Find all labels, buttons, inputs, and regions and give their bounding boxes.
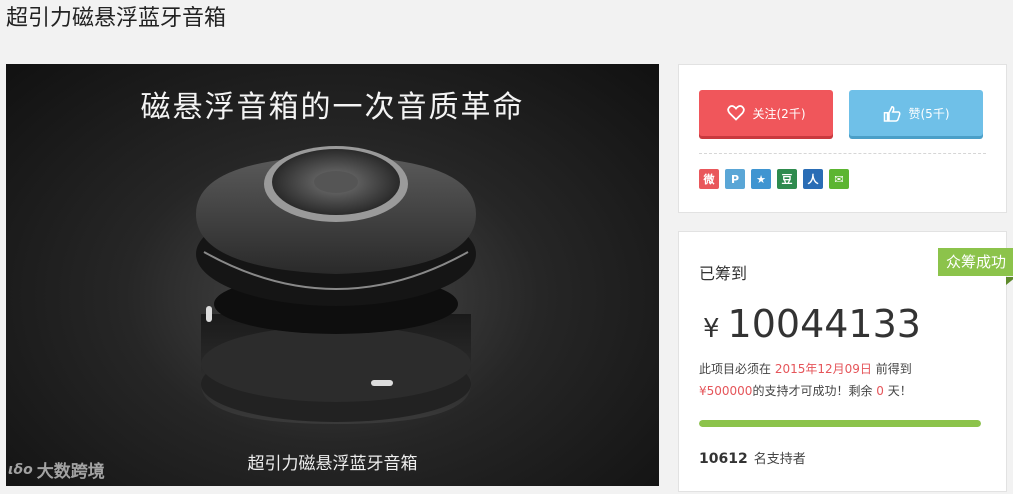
hero-headline: 磁悬浮音箱的一次音质革命 (140, 90, 525, 125)
divider (699, 153, 986, 154)
watermark-text: 大数跨境 (36, 462, 105, 482)
raised-label: 已筹到 (699, 264, 748, 283)
douban-icon[interactable]: 豆 (777, 169, 797, 189)
heart-icon (726, 105, 745, 121)
thumbs-up-icon (883, 105, 900, 122)
backers-number: 10612 (699, 451, 748, 467)
goal-amount: ¥500000 (699, 384, 753, 398)
backers-label: 名支持者 (753, 452, 806, 467)
pinterest-icon[interactable]: P (725, 169, 745, 189)
qzone-star-icon[interactable]: ★ (751, 169, 771, 189)
badge-fold (1006, 277, 1013, 285)
follow-button[interactable]: 关注(2千) (699, 90, 833, 136)
like-button[interactable]: 赞(5千) (849, 90, 983, 136)
speaker-illustration (196, 146, 476, 424)
days-left: 0 (876, 384, 884, 398)
action-panel: 关注(2千) 赞(5千) 微 P ★ 豆 人 ✉ (678, 64, 1007, 213)
goal-suffix: 的支持才可成功！剩余 (752, 384, 873, 398)
wechat-icon[interactable]: ✉ (829, 169, 849, 189)
renren-icon[interactable]: 人 (803, 169, 823, 189)
raised-amount: ¥ 10044133 (703, 302, 921, 346)
status-badge: 众筹成功 (937, 248, 1013, 276)
share-row: 微 P ★ 豆 人 ✉ (699, 169, 849, 189)
watermark-logo: ιδο 大数跨境 (8, 457, 105, 483)
deadline-date: 2015年12月09日 (774, 362, 872, 376)
like-label: 赞(5千) (908, 106, 950, 121)
follow-label: 关注(2千) (752, 106, 806, 121)
currency-symbol: ¥ (703, 314, 720, 344)
weibo-icon[interactable]: 微 (699, 169, 719, 189)
progress-fill (699, 420, 981, 427)
deadline-prefix: 此项目必须在 (699, 362, 772, 376)
amount-value: 10044133 (727, 302, 921, 346)
watermark-mark: ιδο (8, 461, 33, 478)
days-unit: 天！ (887, 384, 912, 398)
deadline-suffix: 前得到 (875, 362, 912, 376)
funding-panel: 已筹到 众筹成功 ¥ 10044133 此项目必须在 2015年12月09日 前… (678, 231, 1013, 492)
deadline-text: 此项目必须在 2015年12月09日 前得到 ¥500000的支持才可成功！剩余… (699, 358, 989, 402)
funding-progress-bar (699, 420, 981, 427)
backers-count: 10612 名支持者 (699, 448, 806, 467)
product-hero-image[interactable]: 磁悬浮音箱的一次音质革命 超引力磁悬浮蓝牙音箱 ιδο 大数跨境 (6, 64, 659, 486)
page-title: 超引力磁悬浮蓝牙音箱 (6, 6, 227, 31)
